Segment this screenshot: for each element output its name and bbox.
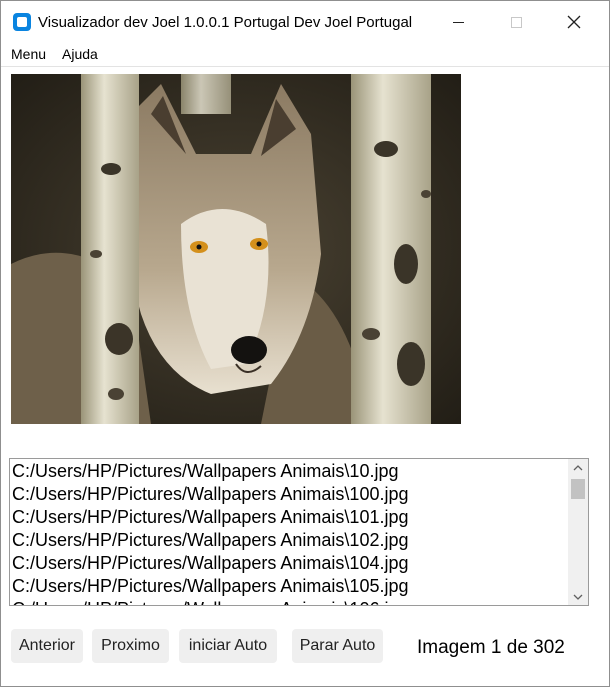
list-item[interactable]: C:/Users/HP/Pictures/Wallpapers Animais\… xyxy=(12,552,566,575)
next-button[interactable]: Proximo xyxy=(92,629,169,663)
app-icon xyxy=(13,13,31,31)
list-item[interactable]: C:/Users/HP/Pictures/Wallpapers Animais\… xyxy=(12,529,566,552)
close-icon xyxy=(567,15,581,29)
menu-item-ajuda[interactable]: Ajuda xyxy=(62,46,98,62)
minimize-icon xyxy=(452,21,464,23)
scroll-up-arrow-icon[interactable] xyxy=(568,459,588,476)
list-item[interactable]: C:/Users/HP/Pictures/Wallpapers Animais\… xyxy=(12,575,566,598)
list-item[interactable]: C:/Users/HP/Pictures/Wallpapers Animais\… xyxy=(12,483,566,506)
list-item[interactable]: C:/Users/HP/Pictures/Wallpapers Animais\… xyxy=(12,460,566,483)
start-auto-button[interactable]: iniciar Auto xyxy=(179,629,277,663)
image-counter: Imagem 1 de 302 xyxy=(417,637,565,658)
file-list-scrollbar[interactable] xyxy=(568,459,588,605)
image-viewer xyxy=(11,74,461,424)
list-item[interactable]: C:/Users/HP/Pictures/Wallpapers Animais\… xyxy=(12,506,566,529)
title-bar[interactable]: Visualizador dev Joel 1.0.0.1 Portugal D… xyxy=(1,1,609,43)
minimize-button[interactable] xyxy=(429,1,487,43)
app-window: Visualizador dev Joel 1.0.0.1 Portugal D… xyxy=(0,0,610,687)
maximize-icon xyxy=(510,16,522,28)
window-title: Visualizador dev Joel 1.0.0.1 Portugal D… xyxy=(38,14,413,31)
scroll-thumb[interactable] xyxy=(571,479,585,499)
menu-item-menu[interactable]: Menu xyxy=(11,46,46,62)
list-item[interactable]: C:/Users/HP/Pictures/Wallpapers Animais\… xyxy=(12,598,566,605)
file-list-items: C:/Users/HP/Pictures/Wallpapers Animais\… xyxy=(12,460,566,605)
scroll-down-arrow-icon[interactable] xyxy=(568,588,588,605)
file-list[interactable]: C:/Users/HP/Pictures/Wallpapers Animais\… xyxy=(9,458,589,606)
maximize-button[interactable] xyxy=(487,1,545,43)
menu-bar: Menu Ajuda xyxy=(1,43,609,67)
close-button[interactable] xyxy=(545,1,603,43)
stop-auto-button[interactable]: Parar Auto xyxy=(292,629,383,663)
previous-button[interactable]: Anterior xyxy=(11,629,83,663)
wolf-photo xyxy=(11,74,461,424)
